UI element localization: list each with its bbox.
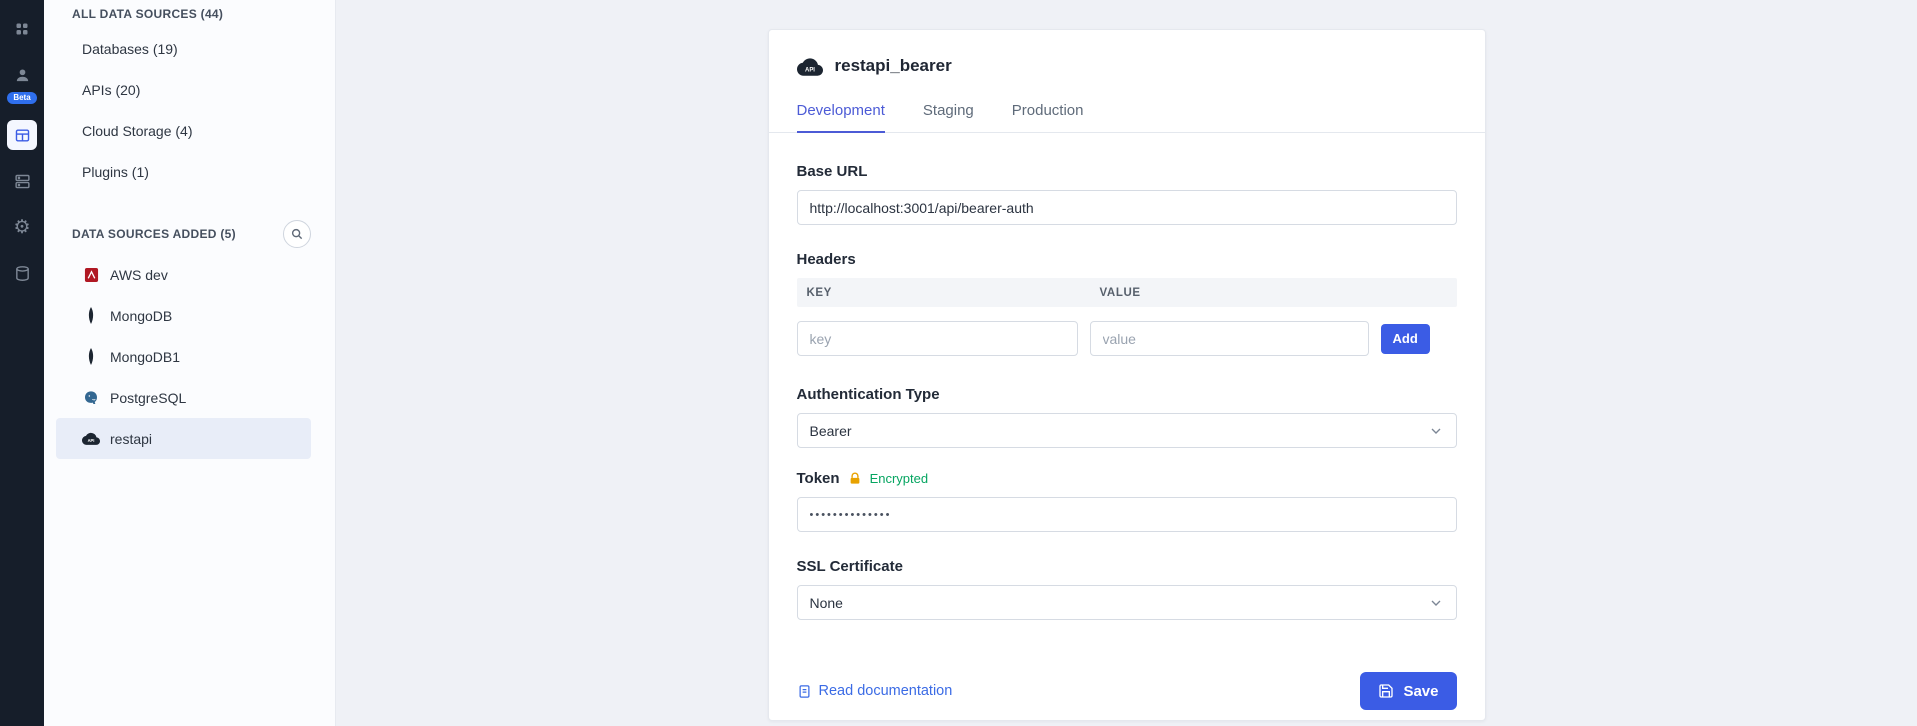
- encrypted-badge: Encrypted: [870, 471, 929, 486]
- icon-rail: Beta ⚙: [0, 0, 44, 726]
- sidebar-item-label: PostgreSQL: [110, 390, 186, 406]
- settings-icon[interactable]: ⚙: [7, 212, 37, 242]
- save-button[interactable]: Save: [1360, 672, 1456, 710]
- card-footer: Read documentation Save: [797, 672, 1457, 710]
- headers-label: Headers: [797, 251, 1457, 268]
- section-title-datasources-added: DATA SOURCES ADDED (5): [44, 226, 236, 242]
- ssl-certificate-label: SSL Certificate: [797, 558, 1457, 575]
- postgresql-icon: [82, 389, 100, 407]
- sidebar-item-mongodb[interactable]: MongoDB: [56, 295, 311, 336]
- sidebar-item-mongodb1[interactable]: MongoDB1: [56, 336, 311, 377]
- sidebar-item-label: MongoDB1: [110, 349, 180, 365]
- search-icon: [290, 227, 304, 241]
- layers-icon[interactable]: [7, 166, 37, 196]
- documentation-icon: [797, 684, 812, 699]
- save-icon: [1378, 683, 1394, 699]
- user-rail-group: Beta: [7, 60, 37, 104]
- restapi-cloud-icon: API: [797, 57, 823, 76]
- authentication-type-label: Authentication Type: [797, 386, 1457, 403]
- mongodb-icon: [82, 348, 100, 366]
- environment-tabs: Development Staging Production: [769, 102, 1485, 133]
- add-header-button[interactable]: Add: [1381, 324, 1430, 354]
- datasources-added-header: DATA SOURCES ADDED (5): [44, 220, 335, 248]
- sidebar-item-label: APIs (20): [82, 82, 140, 98]
- card-title-row: API restapi_bearer: [797, 56, 1457, 76]
- search-button[interactable]: [283, 220, 311, 248]
- mongodb-icon: [82, 307, 100, 325]
- sidebar-item-aws-dev[interactable]: AWS dev: [56, 254, 311, 295]
- main-area: API restapi_bearer Development Staging P…: [336, 0, 1917, 726]
- sidebar: ALL DATA SOURCES (44) Databases (19) API…: [44, 0, 336, 726]
- all-datasources-list: Databases (19) APIs (20) Cloud Storage (…: [44, 28, 335, 192]
- sidebar-item-label: Plugins (1): [82, 164, 149, 180]
- header-value-input[interactable]: [1090, 321, 1369, 356]
- gear-glyph: ⚙: [13, 218, 30, 237]
- token-input[interactable]: [797, 497, 1457, 532]
- base-url-input[interactable]: [797, 190, 1457, 225]
- lock-icon: [848, 472, 862, 486]
- token-label: Token: [797, 470, 840, 487]
- database-icon[interactable]: [7, 258, 37, 288]
- section-title-all-datasources: ALL DATA SOURCES (44): [44, 6, 335, 22]
- aws-icon: [82, 266, 100, 284]
- datasources-icon[interactable]: [7, 120, 37, 150]
- value-column-header: VALUE: [1090, 287, 1141, 299]
- headers-table-header: KEY VALUE: [797, 278, 1457, 307]
- headers-input-row: Add: [797, 321, 1457, 356]
- base-url-label: Base URL: [797, 163, 1457, 180]
- restapi-cloud-icon: API: [82, 430, 100, 448]
- key-column-header: KEY: [797, 287, 1090, 299]
- datasource-card: API restapi_bearer Development Staging P…: [768, 29, 1486, 721]
- sidebar-item-cloud-storage[interactable]: Cloud Storage (4): [56, 110, 311, 151]
- sidebar-item-apis[interactable]: APIs (20): [56, 69, 311, 110]
- sidebar-item-label: restapi: [110, 431, 152, 447]
- sidebar-item-label: Cloud Storage (4): [82, 123, 193, 139]
- page-title: restapi_bearer: [835, 56, 952, 76]
- datasources-added-list: AWS dev MongoDB MongoDB1: [44, 254, 335, 459]
- apps-icon[interactable]: [7, 14, 37, 44]
- read-documentation-link[interactable]: Read documentation: [797, 683, 953, 699]
- user-icon[interactable]: [7, 60, 37, 90]
- authentication-type-select[interactable]: Bearer: [797, 413, 1457, 448]
- sidebar-item-label: Databases (19): [82, 41, 178, 57]
- authentication-type-value: Bearer: [810, 423, 852, 439]
- ssl-certificate-value: None: [810, 595, 843, 611]
- ssl-certificate-select[interactable]: None: [797, 585, 1457, 620]
- app-root: Beta ⚙ ALL DATA SOURCES (44) Database: [0, 0, 1917, 726]
- sidebar-item-postgresql[interactable]: PostgreSQL: [56, 377, 311, 418]
- header-key-input[interactable]: [797, 321, 1078, 356]
- tab-production[interactable]: Production: [1012, 102, 1084, 133]
- chevron-down-icon: [1428, 423, 1444, 439]
- sidebar-item-databases[interactable]: Databases (19): [56, 28, 311, 69]
- read-documentation-label: Read documentation: [819, 683, 953, 699]
- token-label-row: Token Encrypted: [797, 470, 1457, 487]
- tab-development[interactable]: Development: [797, 102, 885, 133]
- tab-staging[interactable]: Staging: [923, 102, 974, 133]
- sidebar-item-restapi[interactable]: API restapi: [56, 418, 311, 459]
- sidebar-item-label: AWS dev: [110, 267, 168, 283]
- save-button-label: Save: [1403, 683, 1438, 700]
- chevron-down-icon: [1428, 595, 1444, 611]
- sidebar-item-label: MongoDB: [110, 308, 172, 324]
- svg-text:API: API: [88, 438, 95, 443]
- svg-text:API: API: [805, 67, 815, 73]
- sidebar-item-plugins[interactable]: Plugins (1): [56, 151, 311, 192]
- beta-badge: Beta: [7, 92, 36, 104]
